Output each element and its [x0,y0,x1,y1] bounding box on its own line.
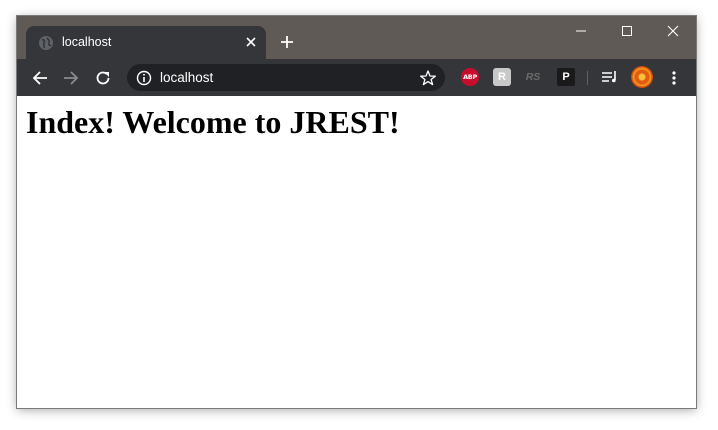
close-icon [667,25,679,37]
adblock-plus-icon[interactable]: ABP [461,68,479,86]
info-icon[interactable] [136,70,152,86]
close-window-button[interactable] [650,16,696,46]
forward-button[interactable] [57,64,85,92]
page-heading: Index! Welcome to JREST! [26,104,400,140]
browser-window: localhost localhost ABP R RS P Index! We… [17,16,696,408]
new-tab-button[interactable] [277,32,297,52]
close-icon[interactable] [242,33,260,51]
r-extension-icon[interactable]: R [493,68,511,86]
address-bar[interactable]: localhost [127,64,445,91]
back-button[interactable] [26,64,54,92]
url-text[interactable]: localhost [160,70,213,85]
media-queue-icon[interactable] [601,68,619,86]
minimize-button[interactable] [558,16,604,46]
globe-icon [38,35,54,51]
title-bar: localhost [17,16,696,59]
toolbar-divider [587,71,588,85]
arrow-right-icon [64,71,79,85]
tab-title: localhost [62,35,112,49]
maximize-button[interactable] [604,16,650,46]
minimize-icon [576,30,586,32]
plus-icon [281,36,293,48]
p-extension-icon[interactable]: P [557,68,575,86]
reload-icon [96,71,110,85]
rs-extension-icon[interactable]: RS [524,68,542,86]
toolbar: localhost ABP R RS P [17,59,696,96]
profile-avatar[interactable] [631,66,653,88]
arrow-left-icon [32,71,47,85]
tab-localhost[interactable]: localhost [26,26,266,59]
maximize-icon [622,26,632,36]
kebab-menu-icon[interactable] [665,68,683,88]
page-content: Index! Welcome to JREST! [17,96,696,408]
bookmark-star-icon[interactable] [419,69,437,87]
reload-button[interactable] [89,64,117,92]
